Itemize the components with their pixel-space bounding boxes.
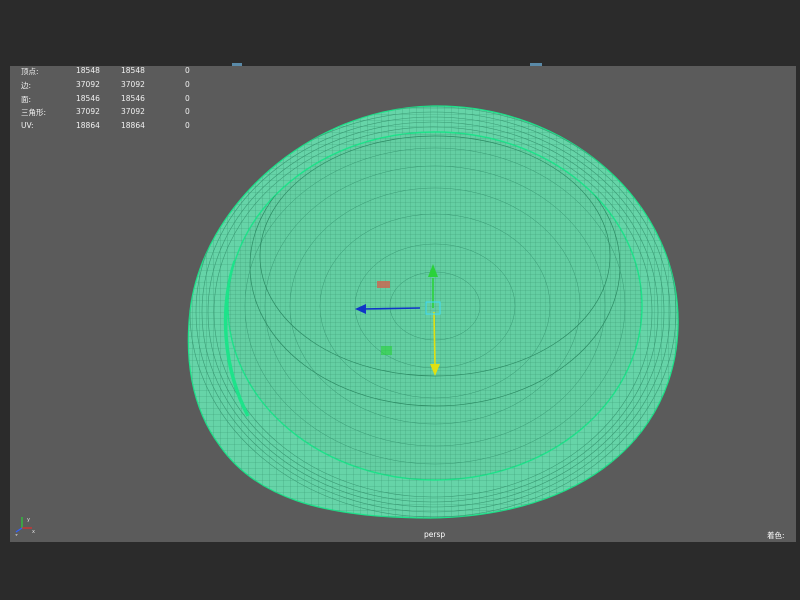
hud-label: 顶点: [21, 67, 39, 76]
hud-value-object: 18864 [76, 121, 100, 131]
hud-value-selected: 37092 [121, 107, 145, 117]
viewport-panel[interactable]: 顶点: 18548 18548 0 边: 37092 37092 0 面: 18… [10, 66, 796, 542]
hud-value-selected: 37092 [121, 79, 145, 89]
hud-value-selected: 18546 [121, 93, 145, 103]
shading-label: 着色: [767, 531, 785, 540]
hud-value-object: 18548 [76, 66, 100, 75]
hud-value-selected: 18864 [121, 121, 145, 131]
hud-label: 三角形: [21, 108, 47, 118]
svg-text:y: y [27, 517, 30, 523]
axis-gizmo-icon: y x z [15, 517, 35, 536]
hud-label: UV: [21, 121, 34, 131]
svg-text:z: z [15, 533, 18, 536]
hud-value-object: 18546 [76, 93, 100, 103]
hud-value-object: 37092 [76, 79, 100, 89]
svg-text:x: x [32, 529, 35, 535]
hud-value-selected: 18548 [121, 66, 145, 75]
hud-label: 面: [21, 94, 32, 104]
hud-value-components: 0 [185, 93, 190, 103]
hud-value-components: 0 [185, 121, 190, 131]
hud-value-components: 0 [185, 79, 190, 89]
bowl-mesh[interactable] [10, 66, 796, 542]
hud-value-components: 0 [185, 66, 190, 75]
hud-label: 边: [21, 80, 32, 90]
hud-value-components: 0 [185, 107, 190, 117]
camera-name-label: persp [424, 530, 446, 539]
hud-value-object: 37092 [76, 107, 100, 117]
